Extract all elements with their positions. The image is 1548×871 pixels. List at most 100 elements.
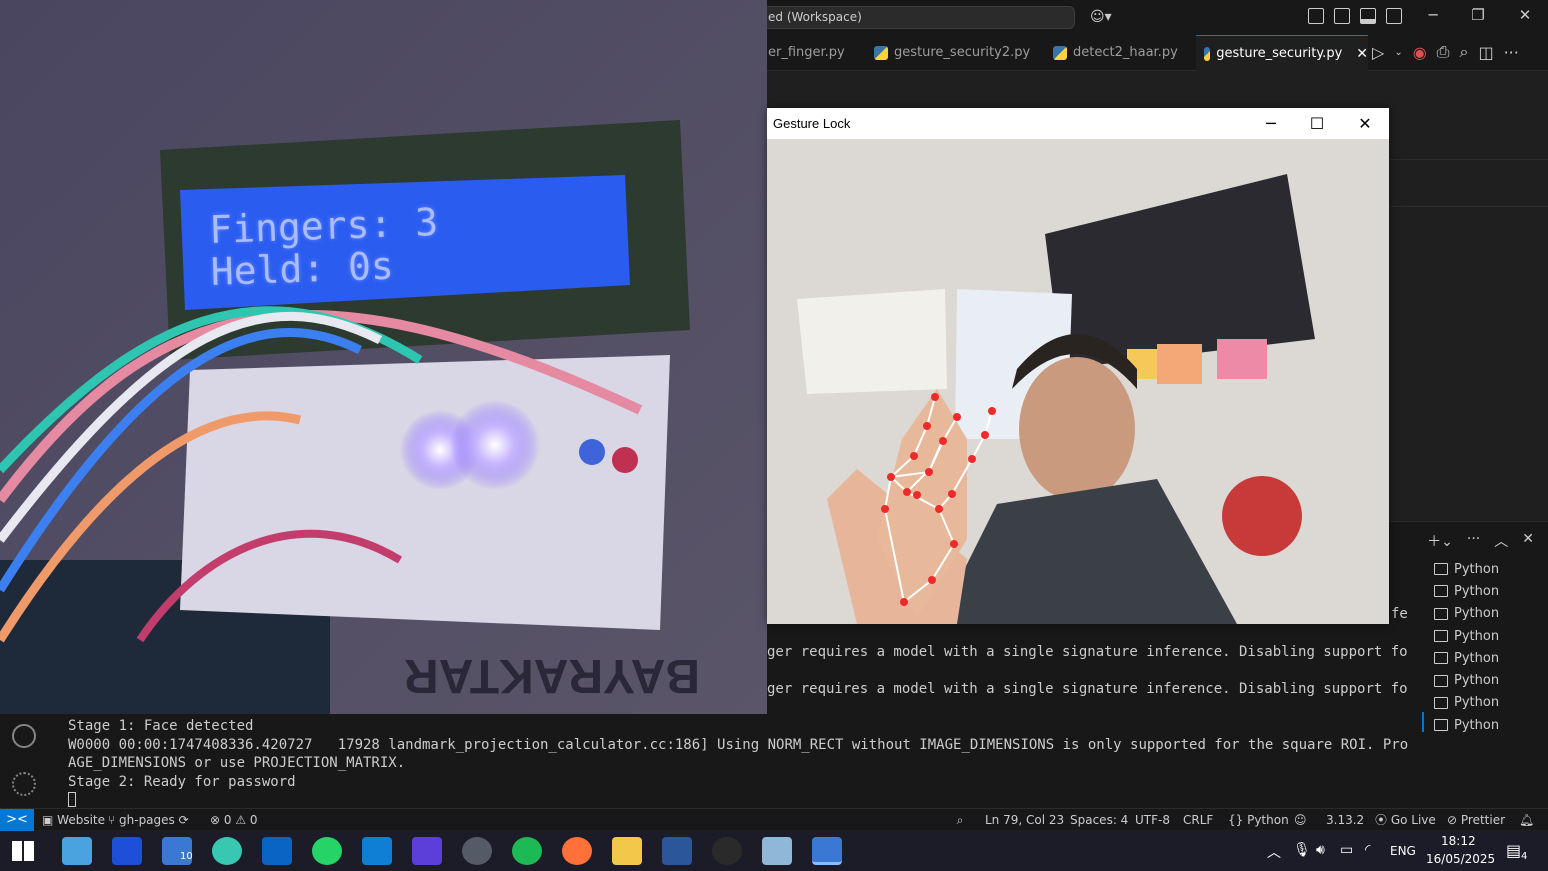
minimize-button[interactable]: ─ [1413,6,1453,24]
more-icon[interactable]: ··· [1467,531,1480,551]
status-language[interactable]: {} Python [1228,809,1289,831]
print-icon[interactable]: ⎙ [1437,42,1450,62]
zoom-icon[interactable]: ⌕ [944,809,976,831]
clock-time[interactable]: 18:12 [1441,834,1476,848]
status-cursor-position[interactable]: Ln 79, Col 23 [985,809,1064,831]
terminal-name: Python [1454,695,1500,711]
whatsapp-icon[interactable] [312,837,342,865]
clock-date[interactable]: 16/05/2025 [1426,852,1495,866]
todo-badge: 10 [180,851,193,862]
app-icon[interactable] [762,837,792,865]
gl-close-button[interactable]: ✕ [1342,108,1388,139]
editor-divider [1390,206,1548,207]
spotify-icon[interactable] [512,837,542,865]
close-tab-icon[interactable]: ✕ [1356,36,1368,72]
bitwarden-icon[interactable] [112,837,142,865]
gesture-lock-window[interactable]: Gesture Lock ─ ☐ ✕ [767,108,1389,624]
customize-layout-icon[interactable] [1308,8,1324,24]
accounts-icon[interactable] [12,724,36,748]
close-panel-icon[interactable]: ✕ [1522,531,1534,551]
terminal-list-item[interactable]: Python [1428,669,1548,691]
terminal-list-item[interactable]: Python [1428,625,1548,647]
run-python-file-button[interactable]: ▷ [1372,43,1384,62]
tray-chevron-icon[interactable]: ︿ [1267,842,1281,862]
notifications-bell-icon[interactable]: 🔔︎ [1519,809,1534,831]
close-button[interactable]: ✕ [1505,6,1545,24]
terminal-icon [1434,630,1448,643]
terminal-icon [1434,585,1448,598]
terminal-name: Python [1454,650,1500,666]
tab-gesture-security2[interactable]: gesture_security2.py [866,35,1030,71]
record-icon[interactable]: ◉ [1413,43,1427,62]
terminal-list-item[interactable]: Python [1428,692,1548,714]
outlook-icon[interactable] [262,837,292,865]
status-indentation[interactable]: Spaces: 4 [1070,809,1128,831]
gl-minimize-button[interactable]: ─ [1248,108,1294,139]
status-golive[interactable]: ⦿ Go Live [1375,809,1436,831]
webcam-image [767,139,1389,624]
status-encoding[interactable]: UTF-8 [1135,809,1170,831]
windows-start-icon[interactable] [12,841,34,861]
search-icon[interactable]: ⌕ [1459,42,1468,62]
battery-icon[interactable]: ▭ [1340,842,1353,858]
terminal-output-line: Stage 1: Face detected [68,718,254,734]
remote-indicator[interactable]: >< [0,809,34,831]
terminal-icon [1434,563,1448,576]
terminal-list: Python Python Python Python Python Pytho… [1428,558,1548,736]
terminal-name: Python [1454,583,1500,599]
status-website[interactable]: ▣ Website [42,809,105,831]
status-python-version[interactable]: 3.13.2 [1326,809,1364,831]
app-icon[interactable] [412,837,442,865]
terminal-output-fragment: fe [1391,606,1408,622]
obs-icon[interactable] [712,837,742,865]
word-icon[interactable] [662,837,692,865]
windows-taskbar: 10 ︿ 🎙︎ 🔊︎ ▭ ◜ ENG 18:12 16/05/2025 ▤ 4 [0,831,1548,871]
terminal-list-item[interactable]: Python [1428,714,1548,736]
vscode-icon[interactable] [362,837,392,865]
copilot-icon[interactable]: ☺▾ [1090,9,1112,25]
maximize-panel-icon[interactable]: ︿ [1494,531,1508,551]
split-editor-icon[interactable]: ◫ [1478,43,1493,62]
wifi-icon[interactable]: ◜ [1365,842,1370,858]
file-explorer-icon[interactable] [612,837,642,865]
status-eol[interactable]: CRLF [1183,809,1213,831]
tab-gesture-security[interactable]: gesture_security.py ✕ [1196,35,1368,71]
settings-gear-icon[interactable] [12,772,36,796]
more-actions-icon[interactable]: ··· [1504,43,1519,62]
python-file-icon [874,46,888,60]
terminal-list-item[interactable]: Python [1428,580,1548,602]
toggle-primary-sidebar-icon[interactable] [1334,8,1350,24]
run-dropdown-chevron-icon[interactable]: ⌄ [1394,47,1402,58]
gl-maximize-button[interactable]: ☐ [1294,108,1340,139]
terminal-output-line: AGE_DIMENSIONS or use PROJECTION_MATRIX. [68,755,406,771]
restore-button[interactable]: ❐ [1458,6,1498,24]
pc-app-icon[interactable] [62,837,92,865]
notification-center-icon[interactable]: ▤ [1506,841,1521,860]
lcd-line-1: Fingers: 3 [208,200,439,252]
speaker-icon[interactable]: 🔊︎ [1316,842,1325,858]
toggle-secondary-sidebar-icon[interactable] [1386,8,1402,24]
tab-detect2-haar[interactable]: detect2_haar.py [1045,35,1178,71]
new-terminal-icon[interactable]: ＋⌄ [1427,531,1453,551]
firefox-icon[interactable] [562,837,592,865]
terminal-list-item[interactable]: Python [1428,647,1548,669]
terminal-icon [1434,719,1448,732]
activity-bar [0,714,48,808]
app-icon[interactable] [462,837,492,865]
status-branch[interactable]: ⑂ gh-pages ⟳ [108,809,189,831]
tab-label: er_finger.py [768,45,845,60]
status-prettier[interactable]: ⊘ Prettier [1447,809,1505,831]
status-problems[interactable]: ⊗ 0 ⚠ 0 [210,809,258,831]
terminal-list-item[interactable]: Python [1428,603,1548,625]
tab-er-finger[interactable]: er_finger.py [760,35,845,71]
mic-icon[interactable]: 🎙︎ [1293,842,1311,858]
toggle-panel-icon[interactable] [1360,8,1376,24]
python-app-icon[interactable] [812,837,842,865]
chat-app-icon[interactable] [212,837,242,865]
terminal-list-item[interactable]: Python [1428,558,1548,580]
command-center-search[interactable]: ed (Workspace) [755,6,1075,29]
copilot-status-icon[interactable]: ☺ [1294,809,1307,831]
status-prettier-label: Prettier [1460,813,1506,827]
input-language[interactable]: ENG [1390,844,1416,858]
tab-label: gesture_security2.py [894,45,1031,60]
